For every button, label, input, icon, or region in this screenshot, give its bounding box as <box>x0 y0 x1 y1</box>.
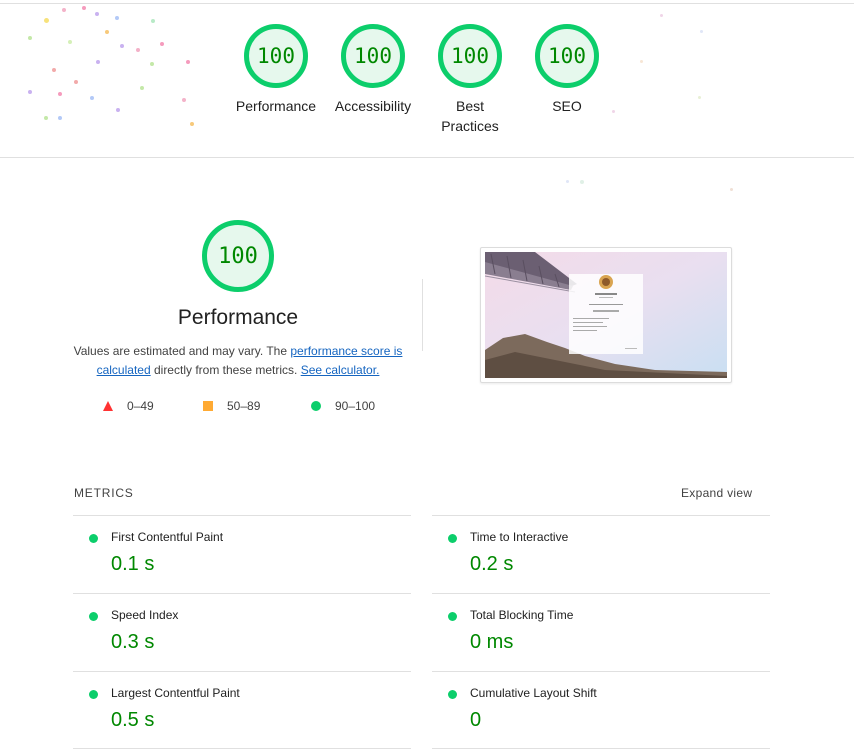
metric-total-blocking-time: Total Blocking Time 0 ms <box>432 593 770 671</box>
metric-name: Time to Interactive <box>470 530 569 544</box>
metric-name: Largest Contentful Paint <box>111 686 240 700</box>
gauge-performance[interactable]: 100 Performance <box>228 24 324 116</box>
pass-circle-icon <box>448 690 457 699</box>
metric-value: 0 ms <box>470 631 514 653</box>
pass-circle-icon <box>89 534 98 543</box>
metric-speed-index: Speed Index 0.3 s <box>73 593 411 671</box>
pass-circle-icon <box>448 612 457 621</box>
pass-circle-icon <box>448 534 457 543</box>
final-screenshot[interactable] <box>480 247 732 383</box>
expand-view-button[interactable]: Expand view <box>681 486 752 500</box>
gauge-score: 100 <box>354 44 392 68</box>
gauge-best-practices[interactable]: 100 Best Practices <box>422 24 518 136</box>
metrics-bottom-divider <box>432 748 770 749</box>
metric-value: 0.5 s <box>111 709 155 731</box>
square-icon <box>203 401 213 411</box>
gauge-label: Accessibility <box>334 98 412 114</box>
legend-pass: 90–100 <box>311 399 375 413</box>
metric-name: Speed Index <box>111 608 179 622</box>
legend-fail: 0–49 <box>103 399 154 413</box>
gauge-ring: 100 <box>341 24 405 88</box>
vertical-divider <box>422 279 423 351</box>
metric-cumulative-layout-shift: Cumulative Layout Shift 0 <box>432 671 770 749</box>
legend-fail-label: 0–49 <box>127 399 154 413</box>
metric-largest-contentful-paint: Largest Contentful Paint 0.5 s <box>73 671 411 749</box>
gauge-label: SEO <box>552 98 582 114</box>
gauge-seo[interactable]: 100 SEO <box>519 24 615 116</box>
performance-score: 100 <box>218 243 258 269</box>
metric-name: Cumulative Layout Shift <box>470 686 597 700</box>
legend-average: 50–89 <box>203 399 260 413</box>
metric-first-contentful-paint: First Contentful Paint 0.1 s <box>73 515 411 593</box>
legend-pass-label: 90–100 <box>335 399 376 413</box>
metric-value: 0 <box>470 709 482 731</box>
pass-circle-icon <box>89 690 98 699</box>
metrics-bottom-divider <box>73 748 411 749</box>
performance-gauge: 100 <box>202 220 274 292</box>
metric-name: Total Blocking Time <box>470 608 574 622</box>
metric-time-to-interactive: Time to Interactive 0.2 s <box>432 515 770 593</box>
metric-name: First Contentful Paint <box>111 530 224 544</box>
screenshot-image <box>485 252 727 378</box>
gauge-score: 100 <box>257 44 295 68</box>
legend-average-label: 50–89 <box>227 399 261 413</box>
gauge-ring: 100 <box>535 24 599 88</box>
gauge-score: 100 <box>451 44 489 68</box>
metric-value: 0.2 s <box>470 553 514 575</box>
performance-description: Values are estimated and may vary. The p… <box>72 342 404 380</box>
pass-circle-icon <box>89 612 98 621</box>
metric-value: 0.3 s <box>111 631 155 653</box>
performance-title: Performance <box>177 306 299 329</box>
triangle-icon <box>103 401 113 411</box>
metrics-heading: METRICS <box>74 486 134 500</box>
description-text: directly from these metrics. <box>150 363 301 377</box>
see-calculator-link[interactable]: See calculator. <box>301 363 380 377</box>
description-text: Values are estimated and may vary. The <box>73 344 291 358</box>
gauge-accessibility[interactable]: 100 Accessibility <box>325 24 421 116</box>
gauge-label: Performance <box>235 98 317 114</box>
gauge-score: 100 <box>548 44 586 68</box>
gauge-label: Best Practices <box>441 98 499 134</box>
gauge-ring: 100 <box>438 24 502 88</box>
circle-icon <box>311 401 321 411</box>
metric-value: 0.1 s <box>111 553 155 575</box>
scores-header: 100 Performance 100 Accessibility 100 Be… <box>0 4 854 191</box>
gauge-ring: 100 <box>244 24 308 88</box>
category-gauges: 100 Performance 100 Accessibility 100 Be… <box>228 24 628 154</box>
